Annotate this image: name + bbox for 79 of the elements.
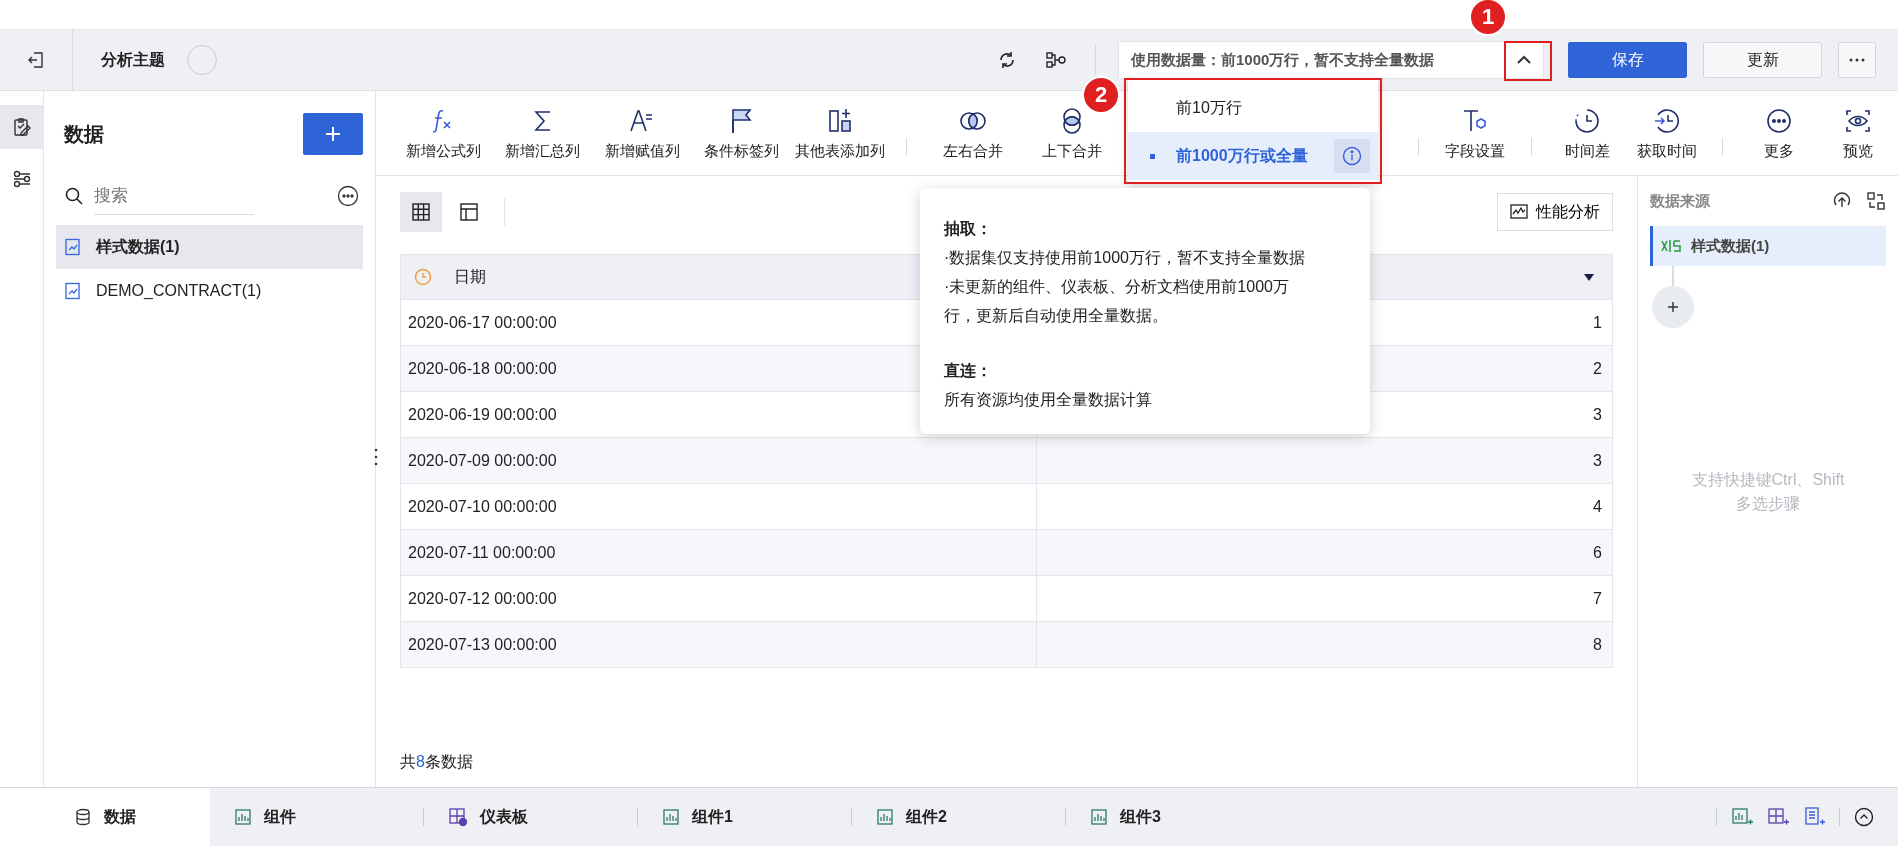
sheet-tab[interactable]: 数据 bbox=[0, 788, 210, 846]
table-view-button[interactable] bbox=[400, 192, 442, 232]
tooltip-heading: 抽取： bbox=[944, 219, 993, 239]
update-button[interactable]: 更新 bbox=[1703, 42, 1822, 78]
dataset-item[interactable]: 样式数据(1) bbox=[56, 225, 363, 269]
refresh-icon[interactable] bbox=[997, 50, 1017, 70]
table-cell: 2020-07-13 00:00:00 bbox=[401, 622, 1037, 667]
page-title: 分析主题 bbox=[101, 49, 165, 70]
swap-icon[interactable] bbox=[1866, 191, 1886, 211]
toolbar-button[interactable]: 条件标签列 bbox=[691, 105, 791, 161]
toolbar-button[interactable]: 新增汇总列 bbox=[493, 105, 593, 161]
tooltip-heading: 直连： bbox=[944, 361, 993, 381]
table-cell: 6 bbox=[1593, 543, 1602, 562]
highlight-frame bbox=[1504, 41, 1552, 81]
search-field[interactable]: 搜索 bbox=[94, 177, 254, 215]
layout-icon[interactable] bbox=[459, 202, 479, 222]
sliders-icon[interactable] bbox=[11, 169, 32, 189]
table-cell: 2 bbox=[1593, 359, 1602, 378]
add-button[interactable] bbox=[303, 113, 363, 155]
menu-option[interactable]: 前10万行 bbox=[1128, 84, 1378, 132]
hint-text: 支持快捷键Ctrl、Shift多选步骤 bbox=[1690, 470, 1846, 514]
dataset-item[interactable]: DEMO_CONTRACT(1) bbox=[56, 269, 363, 313]
database-icon[interactable] bbox=[74, 808, 92, 826]
table-cell: 1 bbox=[1593, 313, 1602, 332]
row-count: 共8条数据 bbox=[400, 752, 474, 772]
more-icon[interactable] bbox=[1849, 58, 1865, 62]
table-cell: 8 bbox=[1593, 635, 1602, 654]
annotation-badge: 2 bbox=[1082, 76, 1120, 114]
toolbar-button[interactable]: 时间差 bbox=[1547, 105, 1627, 161]
sheet-tab[interactable]: 组件1 bbox=[652, 788, 837, 846]
clock-icon bbox=[414, 268, 432, 286]
chart-file-icon bbox=[64, 282, 82, 300]
menu-option[interactable]: 前1000万行或全量 bbox=[1128, 132, 1378, 180]
exit-icon[interactable] bbox=[27, 51, 45, 69]
data-volume-selector[interactable]: 使用数据量：前1000万行，暂不支持全量数据 bbox=[1118, 41, 1544, 79]
table-cell: 3 bbox=[1593, 405, 1602, 424]
table-cell: 4 bbox=[1593, 497, 1602, 516]
toolbar-button[interactable]: 新增赋值列 bbox=[592, 105, 692, 161]
sort-icon[interactable] bbox=[1584, 273, 1594, 281]
chart-icon[interactable] bbox=[1510, 204, 1528, 220]
performance-button[interactable]: 性能分析 bbox=[1497, 193, 1613, 231]
sheet-tab[interactable]: 组件3 bbox=[1080, 788, 1265, 846]
spreadsheet-icon bbox=[1661, 239, 1683, 253]
add-dashboard-icon[interactable] bbox=[1767, 807, 1789, 827]
table-cell: 7 bbox=[1593, 589, 1602, 608]
add-report-icon[interactable] bbox=[1803, 807, 1825, 827]
sheet-tab[interactable]: 仪表板 bbox=[438, 788, 623, 846]
table-cell: 3 bbox=[1593, 451, 1602, 470]
toolbar-button[interactable]: 其他表添加列 bbox=[790, 105, 890, 161]
chevron-icon[interactable] bbox=[1516, 55, 1532, 65]
toolbar-button[interactable]: 更多 bbox=[1739, 105, 1819, 161]
toolbar-button[interactable]: 预览 bbox=[1818, 105, 1898, 161]
sheet-tab[interactable]: 组件2 bbox=[866, 788, 1051, 846]
toolbar-button[interactable]: 字段设置 bbox=[1435, 105, 1515, 161]
table-cell: 2020-07-11 00:00:00 bbox=[401, 530, 1037, 575]
more-icon[interactable] bbox=[337, 185, 359, 207]
clipboard-icon[interactable] bbox=[11, 117, 32, 137]
table-cell: 2020-07-09 00:00:00 bbox=[401, 438, 1037, 483]
step-item[interactable]: 样式数据(1) bbox=[1650, 226, 1886, 266]
toolbar-button[interactable]: 新增公式列 bbox=[394, 105, 494, 161]
search-icon[interactable] bbox=[64, 186, 84, 206]
panel-title: 数据 bbox=[64, 121, 104, 147]
data-edit-button[interactable] bbox=[0, 105, 43, 149]
info-icon[interactable] bbox=[1342, 146, 1362, 166]
toolbar-button[interactable]: 获取时间 bbox=[1626, 105, 1707, 161]
save-button[interactable]: 保存 bbox=[1568, 42, 1687, 78]
tooltip-text: ·数据集仅支持使用前1000万行，暂不支持全量数据 bbox=[944, 248, 1306, 268]
info-button[interactable] bbox=[1334, 139, 1370, 173]
chart-file-icon bbox=[64, 238, 82, 256]
flow-icon[interactable] bbox=[1045, 50, 1067, 70]
collapse-icon[interactable] bbox=[1854, 807, 1874, 827]
grid-icon[interactable] bbox=[411, 202, 431, 222]
panel-title: 数据来源 bbox=[1650, 191, 1710, 211]
dashboard-icon[interactable] bbox=[448, 807, 468, 827]
bullet-icon bbox=[1149, 153, 1155, 159]
add-chart-icon[interactable] bbox=[1731, 807, 1753, 827]
plus-icon[interactable] bbox=[1667, 301, 1679, 313]
sheet-tab[interactable]: 组件 bbox=[224, 788, 409, 846]
toolbar-button[interactable]: 左右合并 bbox=[923, 105, 1023, 161]
